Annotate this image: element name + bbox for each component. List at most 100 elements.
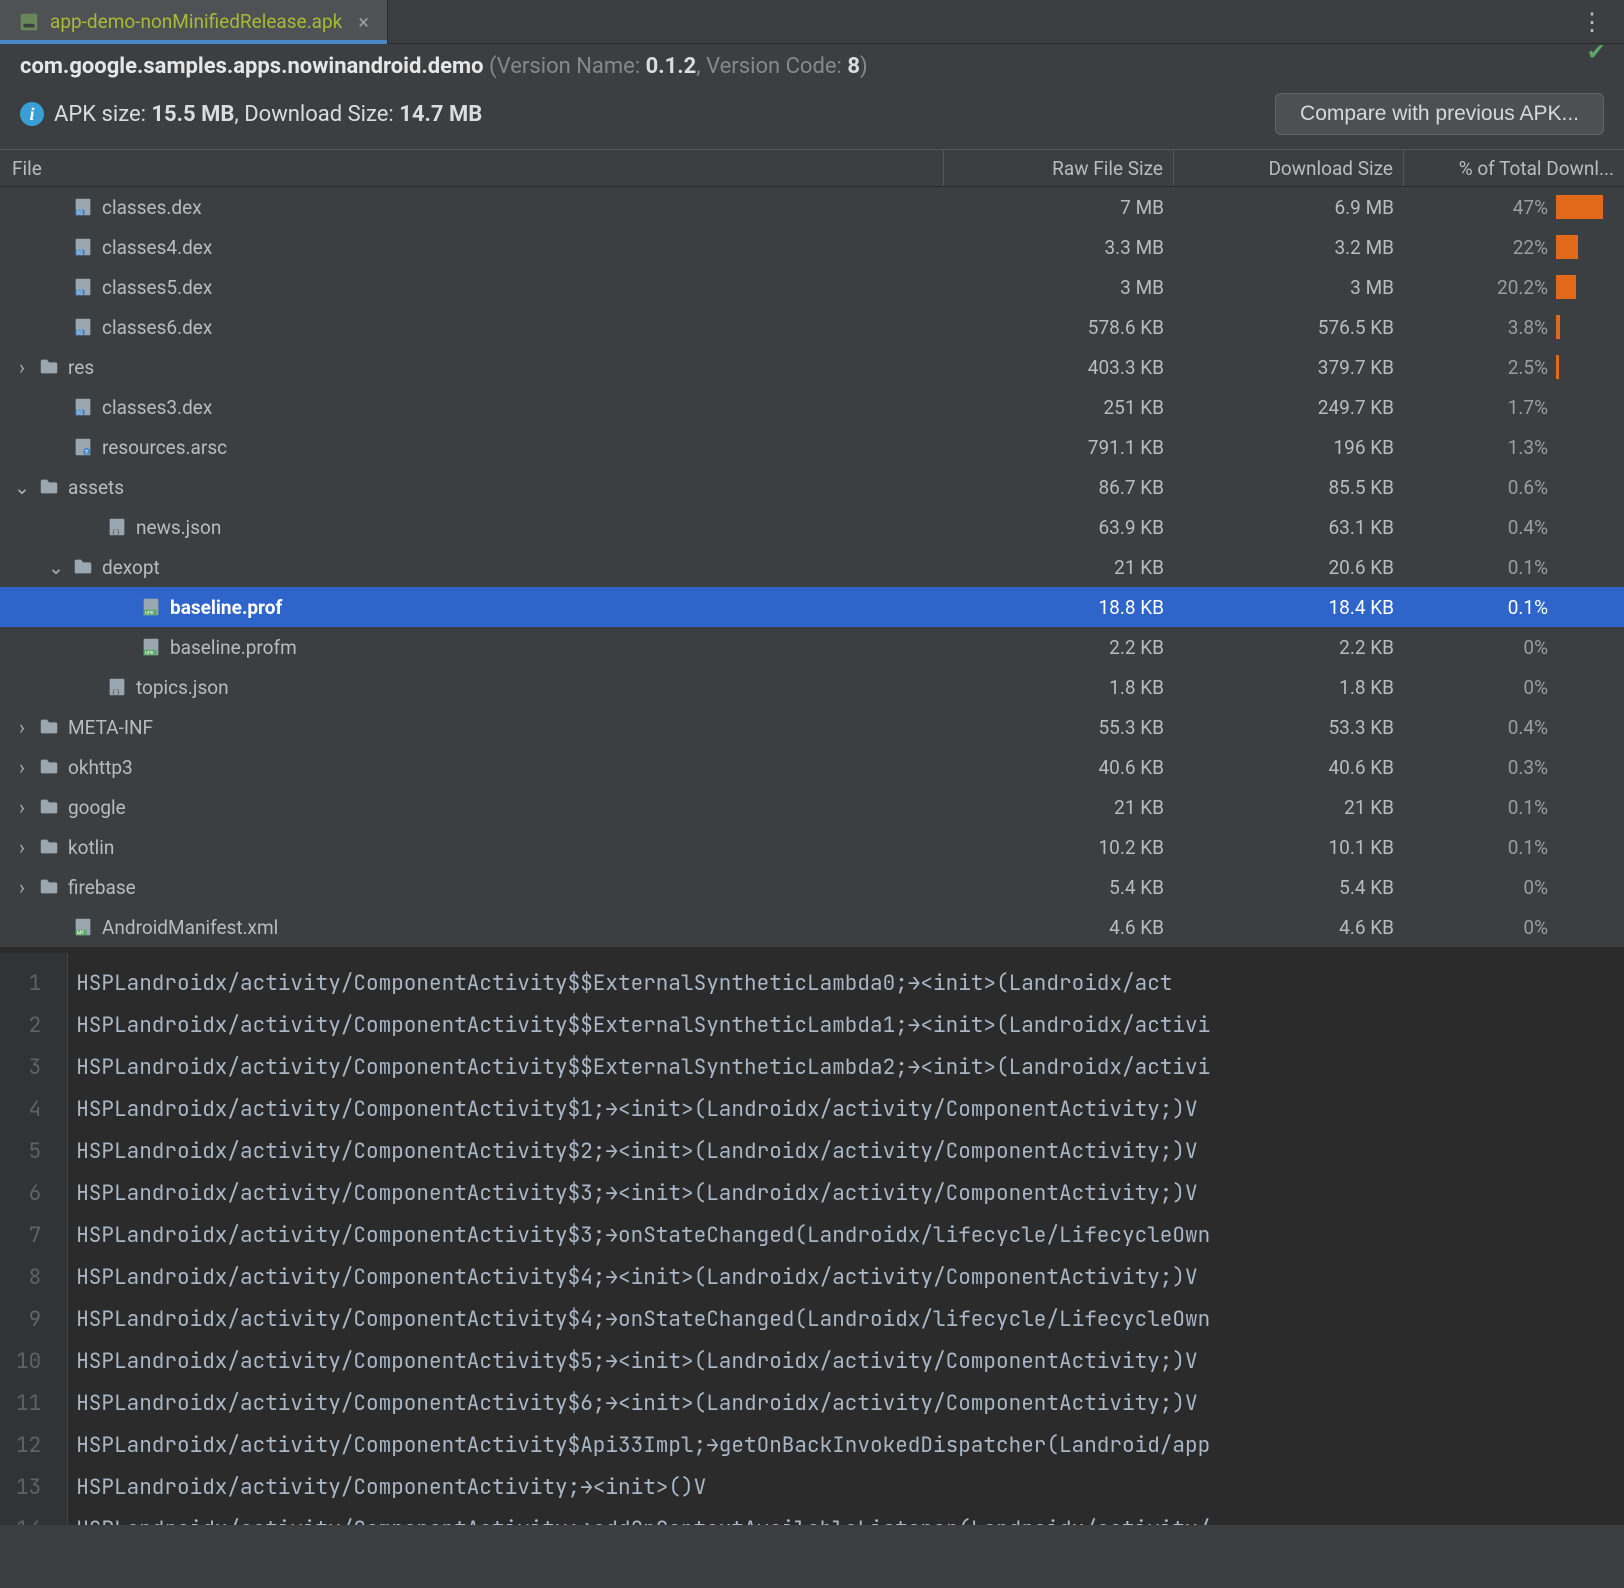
percent-bar (1556, 275, 1576, 299)
tree-row[interactable]: 01classes5.dex3 MB3 MB20.2% (0, 267, 1624, 307)
tab-apk-analyzer[interactable]: app-demo-nonMinifiedRelease.apk × (0, 0, 388, 43)
tree-row[interactable]: ›okhttp340.6 KB40.6 KB0.3% (0, 747, 1624, 787)
tree-row[interactable]: {}news.json63.9 KB63.1 KB0.4% (0, 507, 1624, 547)
chevron-right-icon[interactable]: › (14, 356, 30, 379)
raw-size: 55.3 KB (944, 716, 1174, 739)
raw-size: 403.3 KB (944, 356, 1174, 379)
tree-row[interactable]: ›firebase5.4 KB5.4 KB0% (0, 867, 1624, 907)
tree-row[interactable]: HPRbaseline.profm2.2 KB2.2 KB0% (0, 627, 1624, 667)
raw-size: 791.1 KB (944, 436, 1174, 459)
chevron-right-icon[interactable]: › (14, 876, 30, 899)
tree-row-file-cell: ›firebase (0, 876, 944, 899)
raw-size: 3.3 MB (944, 236, 1174, 259)
column-header-file[interactable]: File (0, 150, 944, 186)
percent-bar (1556, 195, 1603, 219)
raw-size: 5.4 KB (944, 876, 1174, 899)
percent-cell: 1.3% (1404, 436, 1624, 459)
tree-row[interactable]: › META-INF 55.3 KB53.3 KB0.4% (0, 707, 1624, 747)
close-icon[interactable]: × (358, 10, 369, 34)
chevron-right-icon[interactable]: › (14, 836, 30, 859)
download-size: 5.4 KB (1174, 876, 1404, 899)
tree-row[interactable]: 01classes3.dex251 KB249.7 KB1.7% (0, 387, 1624, 427)
code-line: HSPLandroidx/activity/ComponentActivity;… (76, 1509, 1616, 1525)
tab-bar: app-demo-nonMinifiedRelease.apk × ⋮ (0, 0, 1624, 44)
percent-text: 22% (1468, 236, 1548, 259)
file-name: classes.dex (102, 196, 202, 219)
download-size: 18.4 KB (1174, 596, 1404, 619)
version-code-value: 8 (847, 54, 860, 79)
raw-size: 7 MB (944, 196, 1174, 219)
code-line: HSPLandroidx/activity/ComponentActivity$… (76, 1089, 1616, 1131)
file-tree: 01classes.dex7 MB6.9 MB47%01classes4.dex… (0, 187, 1624, 947)
percent-text: 0.6% (1468, 476, 1548, 499)
percent-cell: 0.1% (1404, 836, 1624, 859)
raw-size: 1.8 KB (944, 676, 1174, 699)
tree-row[interactable]: ?resources.arsc791.1 KB196 KB1.3% (0, 427, 1624, 467)
svg-text:01: 01 (77, 410, 83, 416)
line-number: 2 (16, 1005, 41, 1047)
info-icon: i (20, 102, 44, 126)
file-name: baseline.profm (170, 636, 297, 659)
file-name: META-INF (68, 716, 153, 739)
chevron-right-icon[interactable]: › (14, 756, 30, 779)
raw-size: 2.2 KB (944, 636, 1174, 659)
tree-row[interactable]: MFAndroidManifest.xml4.6 KB4.6 KB0% (0, 907, 1624, 947)
download-size-value: 14.7 MB (399, 102, 482, 127)
download-size: 379.7 KB (1174, 356, 1404, 379)
percent-text: 20.2% (1468, 276, 1548, 299)
file-name: resources.arsc (102, 436, 227, 459)
tree-row[interactable]: ›res403.3 KB379.7 KB2.5% (0, 347, 1624, 387)
tree-row[interactable]: ›kotlin10.2 KB10.1 KB0.1% (0, 827, 1624, 867)
download-size: 4.6 KB (1174, 916, 1404, 939)
percent-cell: 1.7% (1404, 396, 1624, 419)
chevron-right-icon[interactable]: › (14, 796, 30, 819)
chevron-down-icon[interactable]: ⌄ (48, 556, 64, 579)
apk-icon (18, 11, 40, 33)
line-number: 10 (16, 1341, 41, 1383)
file-name: baseline.prof (170, 596, 282, 619)
svg-text:01: 01 (77, 290, 83, 296)
tree-row-file-cell: HPRbaseline.profm (0, 636, 944, 659)
tree-row-file-cell: ›kotlin (0, 836, 944, 859)
file-content-viewer[interactable]: HSPLandroidx/activity/ComponentActivity$… (68, 953, 1624, 1525)
column-header-percent[interactable]: % of Total Downl... (1404, 150, 1624, 186)
percent-text: 0.1% (1468, 596, 1548, 619)
tree-row-file-cell: ›okhttp3 (0, 756, 944, 779)
line-number: 4 (16, 1089, 41, 1131)
percent-cell: 0.4% (1404, 716, 1624, 739)
svg-text:MF: MF (77, 930, 85, 936)
download-size: 63.1 KB (1174, 516, 1404, 539)
column-header-raw-size[interactable]: Raw File Size (944, 150, 1174, 186)
tree-row[interactable]: HPRbaseline.prof18.8 KB18.4 KB0.1% (0, 587, 1624, 627)
percent-bar-cell (1556, 315, 1614, 339)
tree-row-file-cell: ⌄assets (0, 476, 944, 499)
tree-row[interactable]: ›google21 KB21 KB0.1% (0, 787, 1624, 827)
column-header-download-size[interactable]: Download Size (1174, 150, 1404, 186)
raw-size: 251 KB (944, 396, 1174, 419)
code-line: HSPLandroidx/activity/ComponentActivity$… (76, 1215, 1616, 1257)
chevron-down-icon[interactable]: ⌄ (14, 476, 30, 499)
tree-row[interactable]: ⌄dexopt21 KB20.6 KB0.1% (0, 547, 1624, 587)
tree-row-file-cell: 01 classes.dex (0, 196, 944, 219)
code-line: HSPLandroidx/activity/ComponentActivity$… (76, 1341, 1616, 1383)
compare-apk-button[interactable]: Compare with previous APK... (1275, 93, 1604, 135)
line-number: 14 (16, 1509, 41, 1525)
chevron-right-icon[interactable]: › (14, 716, 30, 739)
svg-text:01: 01 (77, 210, 83, 216)
dex-icon: 01 (72, 196, 94, 218)
tree-row[interactable]: {}topics.json1.8 KB1.8 KB0% (0, 667, 1624, 707)
raw-size: 21 KB (944, 556, 1174, 579)
svg-text:?: ? (85, 448, 88, 456)
line-number: 12 (16, 1425, 41, 1467)
download-size: 40.6 KB (1174, 756, 1404, 779)
percent-bar-cell (1556, 235, 1614, 259)
tree-row-file-cell: {}news.json (0, 516, 944, 539)
tree-row[interactable]: 01classes4.dex3.3 MB3.2 MB22% (0, 227, 1624, 267)
tree-row[interactable]: ⌄assets86.7 KB85.5 KB0.6% (0, 467, 1624, 507)
file-name: res (68, 356, 94, 379)
tree-row[interactable]: 01classes6.dex578.6 KB576.5 KB3.8% (0, 307, 1624, 347)
svg-text:{}: {} (112, 687, 121, 696)
tree-row[interactable]: 01classes.dex7 MB6.9 MB47% (0, 187, 1624, 227)
tree-row-file-cell: › META-INF (0, 716, 944, 739)
download-size: 53.3 KB (1174, 716, 1404, 739)
